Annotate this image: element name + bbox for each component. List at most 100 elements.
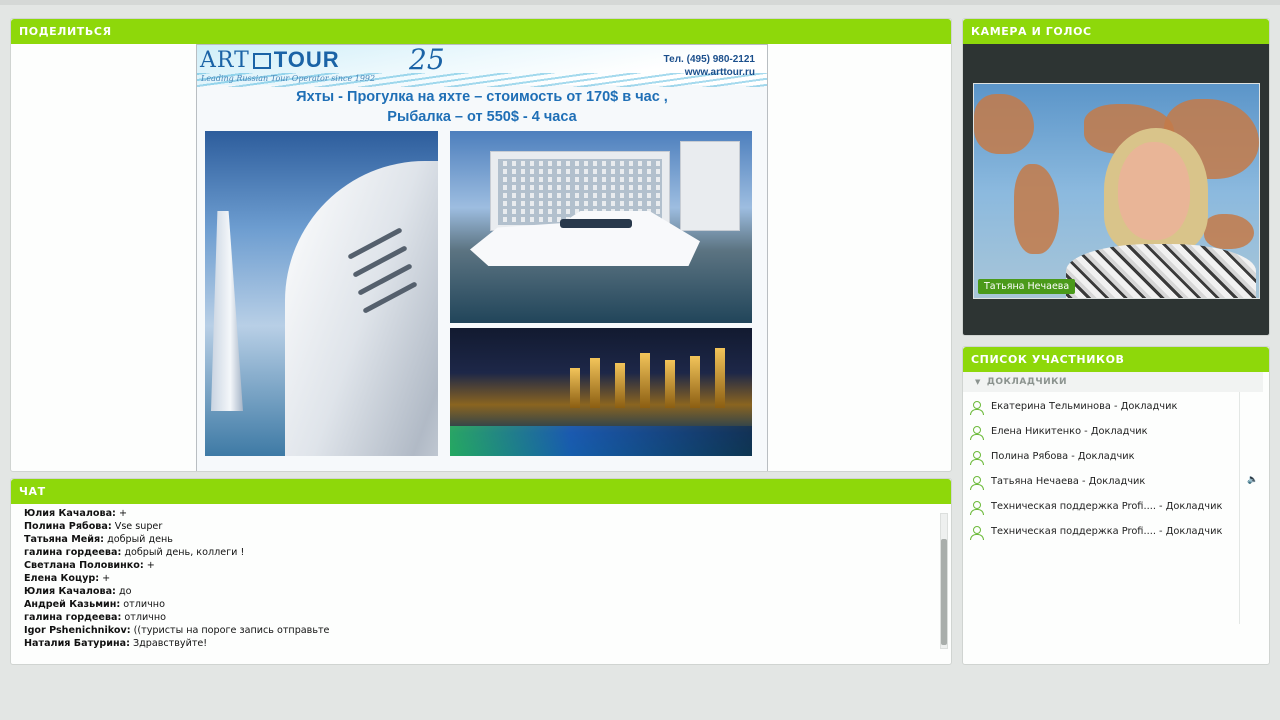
user-icon (969, 525, 984, 540)
slide-title: Яхты - Прогулка на яхте – стоимость от 1… (197, 87, 767, 127)
burj-al-arab-shape (211, 211, 243, 411)
slide-title-line-2: Рыбалка – от 550$ - 4 часа (387, 109, 577, 125)
yacht-hull-shape (285, 161, 438, 456)
night-building (715, 348, 725, 408)
chat-message: Igor Pshenichnikov: ((туристы на пороге … (24, 624, 329, 637)
chat-message-text: добрый день (107, 534, 173, 545)
chat-message: Полина Рябова: Vse super (24, 520, 329, 533)
user-icon (969, 400, 984, 415)
yacht-closeup-photo (205, 131, 438, 456)
slide-contacts: Тел. (495) 980-2121 www.arttour.ru (664, 53, 755, 79)
presenters-group-header[interactable]: ▼ ДОКЛАДЧИКИ (963, 372, 1263, 392)
presenters-group-label: ДОКЛАДЧИКИ (986, 377, 1068, 387)
logo-square-icon (252, 53, 271, 69)
marina-tower (680, 141, 740, 231)
user-icon (969, 475, 984, 490)
chat-message-author: Igor Pshenichnikov: (24, 625, 131, 636)
marina-water (450, 426, 752, 456)
chat-message-text: + (118, 508, 127, 519)
yacht-windows (560, 219, 632, 228)
chat-message: Юлия Качалова: до (24, 585, 329, 598)
chat-message-author: Наталия Батурина: (24, 638, 130, 649)
night-building (570, 368, 580, 408)
logo-art-text: ART (200, 48, 250, 73)
chat-message-text: отлично (124, 612, 166, 623)
chat-message-text: до (118, 586, 132, 597)
chat-message-text: добрый день, коллеги ! (124, 547, 245, 558)
chat-message-author: Татьяна Мейя: (24, 534, 105, 545)
chat-message: Татьяна Мейя: добрый день (24, 533, 329, 546)
chat-message-author: Юлия Качалова: (24, 586, 116, 597)
presenter-shirt (1066, 244, 1256, 298)
chat-scrollbar-thumb[interactable] (941, 539, 947, 645)
attendee-row[interactable]: Техническая поддержка Profi.... - Доклад… (969, 519, 1261, 544)
chat-message: Юлия Качалова: + (24, 507, 329, 520)
triangle-down-icon[interactable]: ▼ (975, 372, 981, 392)
chat-message-author: Светлана Половинко: (24, 560, 144, 571)
night-building (665, 360, 675, 408)
top-border (0, 0, 1280, 5)
presenter-video[interactable]: Татьяна Нечаева (973, 83, 1260, 299)
attendee-row[interactable]: Татьяна Нечаева - Докладчик (969, 469, 1261, 494)
chat-pod: ЧАТ Юлия Качалова: + Полина Рябова: Vse s… (10, 478, 952, 665)
attendee-list-pod: СПИСОК УЧАСТНИКОВ ▼ ДОКЛАДЧИКИ Екатерина … (962, 346, 1270, 665)
slide-website: www.arttour.ru (684, 67, 755, 78)
share-pod: ПОДЕЛИТЬСЯ ART TOUR 25 Leading Russian To… (10, 18, 952, 472)
chat-message-text: Vse super (114, 521, 163, 532)
chat-message: Андрей Казьмин: отлично (24, 598, 329, 611)
share-pod-title: ПОДЕЛИТЬСЯ (11, 19, 951, 44)
chat-message-author: Елена Коцур: (24, 573, 100, 584)
chat-message: Светлана Половинко: + (24, 559, 329, 572)
night-building (615, 363, 625, 408)
map-land (1204, 214, 1254, 249)
attendee-row[interactable]: Екатерина Тельминова - Докладчик (969, 394, 1261, 419)
attendee-name: Полина Рябова - Докладчик (991, 451, 1135, 462)
user-icon (969, 450, 984, 465)
attendee-pod-title: СПИСОК УЧАСТНИКОВ (963, 347, 1269, 372)
slide-title-line-1: Яхты - Прогулка на яхте – стоимость от 1… (296, 89, 668, 105)
night-marina-photo (450, 328, 752, 456)
logo-tour-text: TOUR (273, 47, 340, 72)
anniversary-badge: 25 (409, 44, 445, 76)
slide-tagline: Leading Russian Tour Operator since 1992 (201, 74, 376, 83)
marina-yacht-photo (450, 131, 752, 323)
chat-pod-title: ЧАТ (11, 479, 951, 504)
presenter-face (1118, 142, 1190, 240)
chat-message-text: Здравствуйте! (132, 638, 208, 649)
night-building (590, 358, 600, 408)
slide-phone-number: Тел. (495) 980-2121 (663, 54, 755, 65)
night-building (690, 356, 700, 408)
chat-message-author: галина гордеева: (24, 612, 122, 623)
attendee-status-divider (1239, 392, 1240, 624)
chat-message-author: Юлия Качалова: (24, 508, 116, 519)
chat-message: Елена Коцур: + (24, 572, 329, 585)
attendee-name: Елена Никитенко - Докладчик (991, 426, 1148, 437)
chat-message: Наталия Батурина: Здравствуйте! (24, 637, 329, 650)
attendee-name: Екатерина Тельминова - Докладчик (991, 401, 1178, 412)
attendee-name: Татьяна Нечаева - Докладчик (991, 476, 1146, 487)
attendee-name: Техническая поддержка Profi.... - Доклад… (991, 526, 1223, 537)
camera-voice-pod: КАМЕРА И ГОЛОС Татьяна Нечаева (962, 18, 1270, 336)
chat-message-author: галина гордеева: (24, 547, 122, 558)
attendee-list: Екатерина Тельминова - Докладчик Елена Н… (969, 394, 1261, 544)
attendee-row[interactable]: Елена Никитенко - Докладчик (969, 419, 1261, 444)
user-icon (969, 500, 984, 515)
attendee-row[interactable]: Полина Рябова - Докладчик (969, 444, 1261, 469)
camera-pod-title: КАМЕРА И ГОЛОС (963, 19, 1269, 44)
chat-message: галина гордеева: отлично (24, 611, 329, 624)
presenter-name-tag: Татьяна Нечаева (978, 279, 1076, 294)
user-icon (969, 425, 984, 440)
map-land (1014, 164, 1059, 254)
arttour-logo: ART TOUR (200, 47, 340, 73)
chat-message-author: Полина Рябова: (24, 521, 112, 532)
chat-message-author: Андрей Казьмин: (24, 599, 121, 610)
night-building (640, 353, 650, 408)
chat-message-text: отлично (123, 599, 165, 610)
attendee-row[interactable]: Техническая поддержка Profi.... - Доклад… (969, 494, 1261, 519)
chat-message: галина гордеева: добрый день, коллеги ! (24, 546, 329, 559)
speaker-icon: 🔈 (1247, 475, 1259, 485)
attendee-name: Техническая поддержка Profi.... - Доклад… (991, 501, 1223, 512)
presentation-slide: ART TOUR 25 Leading Russian Tour Operator… (196, 44, 768, 471)
chat-message-list: Юлия Качалова: + Полина Рябова: Vse super… (24, 507, 329, 650)
chat-message-text: ((туристы на пороге запись отправьте (133, 625, 330, 636)
